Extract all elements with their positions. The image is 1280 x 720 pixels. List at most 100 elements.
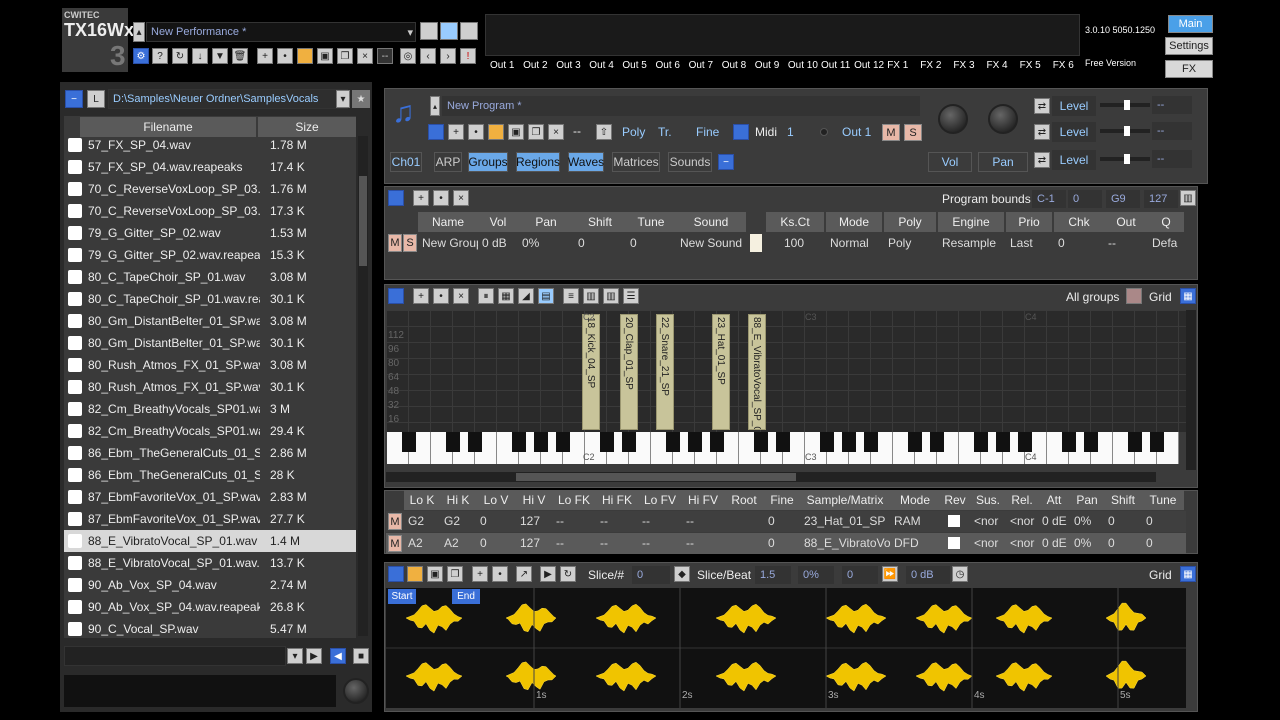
region-col-12[interactable]: Rev [940, 490, 970, 510]
region-cell[interactable]: A2 [444, 533, 476, 553]
black-key[interactable] [820, 432, 834, 452]
region-mute[interactable]: M [388, 513, 402, 530]
zero-field[interactable]: 0 [842, 566, 878, 584]
slicebeat-field[interactable]: 1.5 [755, 566, 791, 584]
region-col-11[interactable]: Mode [890, 490, 940, 510]
region-cell[interactable]: -- [556, 511, 596, 531]
list-item[interactable]: 80_Rush_Atmos_FX_01_SP.wav.rea 30.1 K [64, 376, 356, 398]
alert-icon[interactable]: ! [460, 48, 476, 64]
list-item[interactable]: 80_Gm_DistantBelter_01_SP.wav 3.08 M [64, 310, 356, 332]
black-key[interactable] [710, 432, 724, 452]
list-item[interactable]: 70_C_ReverseVoxLoop_SP_03.wav.r 17.3 K [64, 200, 356, 222]
stop-icon[interactable]: ■ [353, 648, 369, 664]
midi-value[interactable]: 1 [787, 125, 794, 139]
keymap-add[interactable]: + [413, 288, 429, 304]
tab-regions[interactable]: Regions [516, 152, 560, 172]
region-cell[interactable]: -- [556, 533, 596, 553]
region-col-6[interactable]: Lo FV [638, 490, 682, 510]
win-button-3[interactable] [460, 22, 478, 40]
list-item[interactable]: 86_Ebm_TheGeneralCuts_01_SP.wa 28 K [64, 464, 356, 486]
group-cell[interactable]: Poly [888, 233, 936, 253]
region-col-10[interactable]: Sample/Matrix [800, 490, 890, 510]
group-cell[interactable]: 100 [770, 233, 824, 253]
group-cell[interactable]: Last [1010, 233, 1052, 253]
groups-toggle[interactable] [388, 190, 404, 206]
region-cell[interactable]: 127 [520, 511, 552, 531]
list-item[interactable]: 79_G_Gitter_SP_02.wav 1.53 M [64, 222, 356, 244]
group-col-0[interactable]: Name [418, 212, 478, 232]
keymap-vscroll[interactable] [1186, 310, 1196, 470]
region-block[interactable]: 22_Snare_21_SP [656, 314, 674, 430]
region-cell[interactable]: 0 [480, 533, 516, 553]
grid-icon[interactable]: ▦ [498, 288, 514, 304]
level-value[interactable]: -- [1152, 122, 1192, 140]
region-mute[interactable]: M [388, 535, 402, 552]
list-item[interactable]: 86_Ebm_TheGeneralCuts_01_SP.wa 2.86 M [64, 442, 356, 464]
level-slider[interactable] [1100, 154, 1150, 164]
black-key[interactable] [534, 432, 548, 452]
group-col-11[interactable]: Chk [1054, 212, 1104, 232]
performance-select[interactable]: New Performance * ▾ [146, 22, 416, 42]
region-cell[interactable]: 0 [480, 511, 516, 531]
black-key[interactable] [930, 432, 944, 452]
region-cell[interactable]: A2 [408, 533, 440, 553]
black-key[interactable] [402, 432, 416, 452]
black-key[interactable] [1018, 432, 1032, 452]
region-cell[interactable]: <nor [974, 511, 1006, 531]
region-cell[interactable]: 0 [1108, 511, 1142, 531]
region-cell[interactable]: <nor [1010, 533, 1038, 553]
black-key[interactable] [688, 432, 702, 452]
level-value[interactable]: -- [1152, 96, 1192, 114]
midi-toggle[interactable] [733, 124, 749, 140]
rev-checkbox[interactable] [948, 515, 960, 527]
group-mute[interactable]: M [388, 234, 402, 252]
region-cell[interactable]: 0 [768, 511, 800, 531]
group-cell[interactable]: 0 [1058, 233, 1104, 253]
level-slider[interactable] [1100, 126, 1150, 136]
browser-scrollbar[interactable] [358, 136, 368, 636]
region-cell[interactable]: -- [600, 533, 638, 553]
preview-dropdown[interactable]: ▾ [287, 648, 303, 664]
group-cell[interactable]: 0 [630, 233, 676, 253]
wave-disk[interactable]: ▣ [427, 566, 443, 582]
keymap-toggle[interactable] [388, 288, 404, 304]
region-col-16[interactable]: Pan [1070, 490, 1104, 510]
group-col-8[interactable]: Poly [884, 212, 936, 232]
region-col-4[interactable]: Lo FK [552, 490, 596, 510]
list-item[interactable]: 80_Rush_Atmos_FX_01_SP.wav 3.08 M [64, 354, 356, 376]
channel-select[interactable]: Ch01 [390, 152, 422, 172]
meter-icon[interactable]: ▥ [583, 288, 599, 304]
bounds-keyboard-icon[interactable]: ▥ [1180, 190, 1196, 206]
black-key[interactable] [754, 432, 768, 452]
group-cell[interactable]: Defa [1152, 233, 1184, 253]
region-col-2[interactable]: Lo V [476, 490, 516, 510]
tr-label[interactable]: Tr. [658, 125, 672, 139]
black-key[interactable] [512, 432, 526, 452]
prog-upload[interactable]: ⇧ [596, 124, 612, 140]
list-item[interactable]: 70_C_ReverseVoxLoop_SP_03.wav 1.76 M [64, 178, 356, 200]
dot-icon[interactable]: • [277, 48, 293, 64]
mute-button[interactable]: M [882, 124, 900, 141]
tab-sounds[interactable]: Sounds [668, 152, 712, 172]
region-cell[interactable]: -- [642, 511, 682, 531]
list-item[interactable]: 82_Cm_BreathyVocals_SP01.wav.re 29.4 K [64, 420, 356, 442]
level-toggle-icon[interactable]: ⇄ [1034, 124, 1050, 140]
region-cell[interactable] [728, 533, 764, 553]
wave-grid-toggle[interactable]: ▦ [1180, 566, 1196, 582]
black-key[interactable] [996, 432, 1010, 452]
region-cell[interactable] [728, 511, 764, 531]
list-item[interactable]: 87_EbmFavoriteVox_01_SP.wav 2.83 M [64, 486, 356, 508]
level-slider[interactable] [1100, 100, 1150, 110]
groups-dot[interactable]: • [433, 190, 449, 206]
list-item[interactable]: 90_Ab_Vox_SP_04.wav.reapeaks 26.8 K [64, 596, 356, 618]
bound-field[interactable]: G9 [1106, 190, 1140, 208]
region-cell[interactable]: 127 [520, 533, 552, 553]
group-col-6[interactable]: Ks.Ct [766, 212, 824, 232]
prog-disk[interactable]: ▣ [508, 124, 524, 140]
group-cell[interactable]: 0 [578, 233, 626, 253]
group-col-2[interactable]: Pan [518, 212, 574, 232]
region-col-7[interactable]: Hi FV [682, 490, 724, 510]
region-cell[interactable]: 23_Hat_01_SP [804, 511, 890, 531]
group-col-13[interactable]: Q [1148, 212, 1184, 232]
fx-button[interactable]: FX [1165, 60, 1213, 78]
